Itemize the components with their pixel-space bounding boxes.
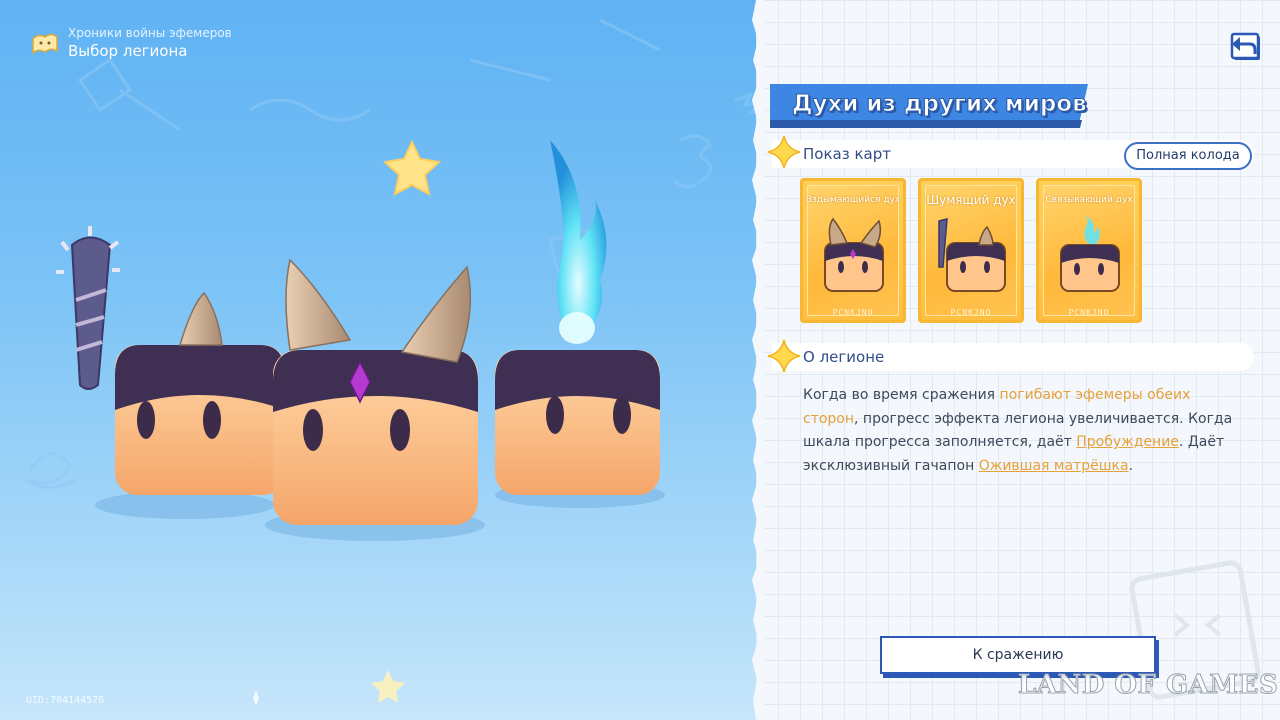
star-decoration — [382, 139, 442, 196]
star-icon — [767, 339, 801, 373]
watermark: LAND OF GAMES — [1017, 670, 1279, 701]
panel-title: Духи из других миров — [792, 91, 1088, 118]
card-rising-spirit[interactable]: Вздымающийся дух PCNKJNO — [800, 178, 906, 323]
legion-section-header: О легионе — [772, 343, 1254, 371]
panel-title-banner: Духи из других миров — [770, 84, 1088, 128]
header-subtitle: Хроники войны эфемеров — [68, 26, 232, 40]
card-art-horned-cube — [824, 217, 884, 292]
legion-description: Когда во время сражения погибают эфемеры… — [803, 387, 1233, 474]
star-icon — [767, 135, 801, 169]
spirit-cube-left — [115, 291, 285, 495]
page-header: Хроники войны эфемеров Выбор легиона — [30, 26, 232, 61]
card-noisy-spirit[interactable]: Шумящий дух PCNKJNO — [918, 178, 1024, 323]
gachapon-link[interactable]: Ожившая матрёшка — [979, 458, 1129, 474]
full-deck-button[interactable]: Полная колода — [1124, 142, 1252, 170]
legion-artwork — [24, 18, 760, 706]
legion-preview-scene: Хроники войны эфемеров Выбор легиона UID… — [0, 0, 760, 720]
card-name: Связывающий дух — [1045, 195, 1133, 205]
card-name: Шумящий дух — [926, 193, 1016, 207]
user-id: UID:704144576 — [26, 695, 105, 706]
card-binding-spirit[interactable]: Связывающий дух PCNKJNO — [1036, 178, 1142, 323]
torn-paper-edge — [752, 0, 764, 720]
spirit-cube-right — [495, 140, 660, 495]
spiked-club — [56, 226, 120, 390]
card-art-club-cube — [938, 218, 1006, 292]
card-art-flame-cube — [1060, 215, 1120, 292]
card-footer: PCNKJNO — [1068, 308, 1110, 317]
to-battle-label: К сражению — [880, 636, 1156, 674]
back-arrow-icon[interactable] — [1226, 28, 1264, 64]
card-footer: PCNKJNO — [950, 308, 992, 317]
card-name: Вздымающийся дух — [805, 195, 901, 205]
scroll-icon — [32, 33, 58, 55]
game-screen: Хроники войны эфемеров Выбор легиона UID… — [0, 0, 1280, 720]
header-title: Выбор легиона — [68, 42, 188, 60]
cards-section-label: Показ карт — [803, 145, 891, 163]
card-footer: PCNKJNO — [832, 308, 874, 317]
legion-section-label: О легионе — [803, 348, 885, 366]
awakening-link[interactable]: Пробуждение — [1076, 434, 1179, 450]
spirit-cube-center — [273, 258, 478, 525]
